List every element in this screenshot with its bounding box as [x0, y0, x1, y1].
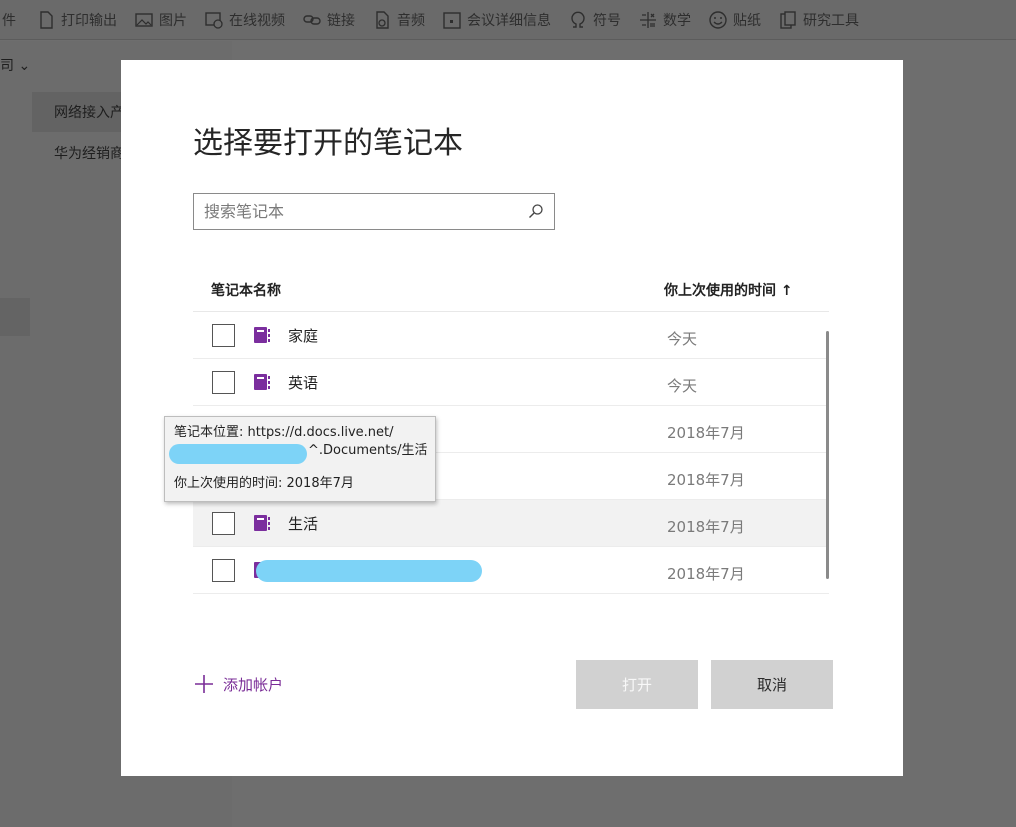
notebook-checkbox[interactable]	[212, 371, 235, 394]
notebook-icon	[254, 374, 270, 390]
picture-icon	[135, 11, 153, 29]
dialog-title: 选择要打开的笔记本	[193, 126, 463, 161]
meeting-details-icon	[443, 11, 461, 29]
pane-divider	[0, 298, 30, 336]
notebook-row[interactable]: 家庭 今天	[193, 312, 829, 359]
section-group-header[interactable]: 司 ⌄	[0, 55, 30, 75]
ribbon-math[interactable]: 数学	[630, 0, 700, 39]
sticker-icon	[709, 10, 727, 29]
printout-icon	[37, 10, 55, 29]
add-account-link[interactable]: 添加帐户	[193, 673, 283, 695]
ribbon-meeting-details[interactable]: 会议详细信息	[434, 0, 560, 39]
online-video-icon	[205, 11, 223, 29]
notebook-last-used: 今天	[667, 377, 698, 395]
notebook-tooltip: 笔记本位置: https://d.docs.live.net/ ^.Docume…	[164, 416, 436, 502]
plus-icon	[195, 675, 213, 693]
ribbon-file[interactable]: 件	[0, 0, 28, 39]
redaction-mark	[169, 444, 307, 464]
ribbon-symbol[interactable]: 符号	[560, 0, 630, 39]
notebook-icon	[254, 515, 270, 531]
column-header-name[interactable]: 笔记本名称	[211, 280, 281, 300]
audio-icon	[373, 10, 391, 29]
open-button[interactable]: 打开	[576, 660, 698, 709]
ribbon-link[interactable]: 链接	[294, 0, 364, 39]
notebook-icon	[254, 327, 270, 343]
add-account-label: 添加帐户	[223, 675, 284, 694]
notebook-name: 生活	[288, 515, 319, 533]
search-input[interactable]	[194, 194, 514, 229]
cancel-button[interactable]: 取消	[711, 660, 833, 709]
notebook-row[interactable]: 2018年7月	[193, 547, 829, 594]
notebook-row[interactable]: 生活 2018年7月	[193, 500, 829, 547]
redaction-mark	[256, 560, 482, 582]
notebook-checkbox[interactable]	[212, 559, 235, 582]
notebook-name: 英语	[288, 374, 319, 392]
ribbon-toolbar: 件 打印输出 图片 在线视频 链接 音频 会议详细信息 符号 数学 贴纸 研究工…	[0, 0, 1016, 40]
notebook-last-used: 今天	[667, 330, 698, 348]
tooltip-location: 笔记本位置: https://d.docs.live.net/	[174, 425, 394, 440]
ribbon-sticker[interactable]: 贴纸	[700, 0, 770, 39]
column-header-last-used[interactable]: 你上次使用的时间 ↑	[664, 280, 793, 300]
notebook-checkbox[interactable]	[212, 324, 235, 347]
notebook-last-used: 2018年7月	[667, 471, 745, 489]
link-icon	[303, 11, 321, 29]
notebook-name: 家庭	[288, 327, 319, 345]
symbol-icon	[569, 11, 587, 29]
ribbon-research-tools[interactable]: 研究工具	[770, 0, 868, 39]
ribbon-online-video[interactable]: 在线视频	[196, 0, 294, 39]
tooltip-location-tail: ^.Documents/生活	[308, 443, 428, 458]
notebook-row[interactable]: 英语 今天	[193, 359, 829, 406]
search-icon[interactable]	[528, 203, 544, 219]
notebook-last-used: 2018年7月	[667, 424, 745, 442]
notebook-last-used: 2018年7月	[667, 518, 745, 536]
notebook-last-used: 2018年7月	[667, 565, 745, 583]
ribbon-picture[interactable]: 图片	[126, 0, 196, 39]
research-tools-icon	[779, 10, 797, 29]
tooltip-last-used: 你上次使用的时间: 2018年7月	[174, 476, 354, 491]
math-icon	[639, 11, 657, 29]
ribbon-printout[interactable]: 打印输出	[28, 0, 126, 39]
search-box	[193, 193, 555, 230]
list-scrollbar[interactable]	[826, 331, 829, 579]
notebook-checkbox[interactable]	[212, 512, 235, 535]
more-notebooks-link[interactable]	[255, 607, 535, 616]
ribbon-audio[interactable]: 音频	[364, 0, 434, 39]
